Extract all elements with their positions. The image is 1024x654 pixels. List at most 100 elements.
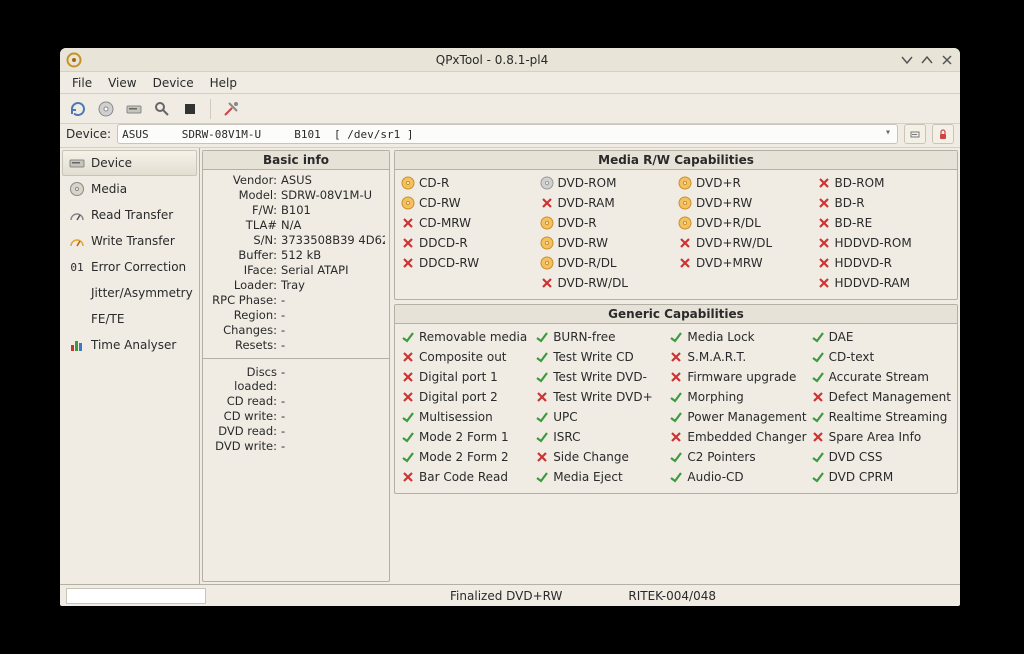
info-label: TLA#: [207, 218, 281, 232]
device-combobox[interactable]: ASUS SDRW-08V1M-U B101 [ /dev/sr1 ]: [117, 124, 898, 144]
cross-icon: [401, 470, 415, 484]
capability-item: Test Write CD: [535, 347, 665, 367]
disc-icon: [678, 196, 692, 210]
close-button[interactable]: [938, 51, 956, 69]
tools-button[interactable]: [219, 97, 243, 121]
status-media-type: Finalized DVD+RW: [420, 589, 592, 603]
info-label: RPC Phase:: [207, 293, 281, 307]
check-icon: [811, 450, 825, 464]
capabilities-column: Media R/W Capabilities CD-RDVD-ROMDVD+RB…: [394, 150, 958, 582]
capability-item: DVD CPRM: [811, 467, 951, 487]
check-icon: [535, 330, 549, 344]
toolbar: [60, 94, 960, 124]
capability-label: DVD-ROM: [558, 176, 617, 190]
cross-icon: [401, 350, 415, 364]
sidebar-item-time-analyser[interactable]: Time Analyser: [62, 332, 197, 358]
minimize-button[interactable]: [898, 51, 916, 69]
capability-item: DVD-R/DL: [540, 253, 675, 273]
check-icon: [535, 410, 549, 424]
disc-icon: [678, 176, 692, 190]
capability-item: DVD+RW: [678, 193, 813, 213]
sidebar-item-media[interactable]: Media: [62, 176, 197, 202]
info-value: Tray: [281, 278, 385, 292]
capability-label: Embedded Changer: [687, 430, 806, 444]
menu-view[interactable]: View: [100, 74, 144, 92]
check-icon: [535, 470, 549, 484]
cross-icon: [817, 196, 831, 210]
search-button[interactable]: [150, 97, 174, 121]
capability-item: Audio-CD: [669, 467, 806, 487]
capability-item: HDDVD-ROM: [817, 233, 952, 253]
media-capabilities-box: Media R/W Capabilities CD-RDVD-ROMDVD+RB…: [394, 150, 958, 300]
refresh-button[interactable]: [66, 97, 90, 121]
cross-icon: [817, 256, 831, 270]
info-value: -: [281, 338, 385, 352]
info-value: -: [281, 424, 385, 438]
capability-label: DVD-R: [558, 216, 597, 230]
lock-button[interactable]: [932, 124, 954, 144]
menu-file[interactable]: File: [64, 74, 100, 92]
menu-device[interactable]: Device: [145, 74, 202, 92]
capability-item: Mode 2 Form 2: [401, 447, 531, 467]
capability-label: DDCD-R: [419, 236, 468, 250]
disc-grey-icon: [540, 176, 554, 190]
disc-icon: [69, 181, 85, 197]
cross-icon: [811, 430, 825, 444]
capability-label: BD-RE: [835, 216, 873, 230]
disc-icon: [540, 236, 554, 250]
capability-label: Spare Area Info: [829, 430, 922, 444]
gauge-icon: [69, 207, 85, 223]
cross-icon: [401, 236, 415, 250]
capability-item: DVD-R: [540, 213, 675, 233]
sidebar-item-device[interactable]: Device: [62, 150, 197, 176]
stop-button[interactable]: [178, 97, 202, 121]
disc-button[interactable]: [94, 97, 118, 121]
capability-item: DVD CSS: [811, 447, 951, 467]
capability-item: CD-RW: [401, 193, 536, 213]
sidebar-item-error-correction[interactable]: 01Error Correction: [62, 254, 197, 280]
blank-icon: [678, 276, 692, 290]
capability-item: HDDVD-R: [817, 253, 952, 273]
capability-item: CD-R: [401, 173, 536, 193]
capability-item: BD-ROM: [817, 173, 952, 193]
info-label: Buffer:: [207, 248, 281, 262]
device-label: Device:: [66, 127, 111, 141]
menubar: File View Device Help: [60, 72, 960, 94]
sidebar-item-fe-te[interactable]: FE/TE: [62, 306, 197, 332]
capability-label: Media Lock: [687, 330, 754, 344]
check-icon: [811, 330, 825, 344]
info-value: -: [281, 394, 385, 408]
eject-button[interactable]: [904, 124, 926, 144]
capability-label: Defect Management: [829, 390, 951, 404]
maximize-button[interactable]: [918, 51, 936, 69]
info-label: S/N:: [207, 233, 281, 247]
sidebar-item-jitter-asymmetry[interactable]: Jitter/Asymmetry: [62, 280, 197, 306]
check-icon: [401, 330, 415, 344]
generic-capabilities-header: Generic Capabilities: [395, 305, 957, 324]
sidebar-item-label: Error Correction: [91, 260, 186, 274]
cross-icon: [817, 236, 831, 250]
sidebar-item-write-transfer[interactable]: Write Transfer: [62, 228, 197, 254]
capability-item: Defect Management: [811, 387, 951, 407]
drive-icon: [69, 155, 85, 171]
drive-button[interactable]: [122, 97, 146, 121]
cross-icon: [540, 196, 554, 210]
capability-label: HDDVD-ROM: [835, 236, 912, 250]
capability-item: C2 Pointers: [669, 447, 806, 467]
disc-icon: [401, 176, 415, 190]
sidebar-item-label: Time Analyser: [91, 338, 176, 352]
cross-icon: [535, 390, 549, 404]
info-label: Discs loaded:: [207, 365, 281, 393]
cross-icon: [817, 216, 831, 230]
cross-icon: [817, 176, 831, 190]
capability-label: HDDVD-R: [835, 256, 892, 270]
capability-label: DVD CPRM: [829, 470, 894, 484]
sidebar-item-read-transfer[interactable]: Read Transfer: [62, 202, 197, 228]
check-icon: [535, 350, 549, 364]
content-area: Basic info Vendor:ASUSModel:SDRW-08V1M-U…: [200, 148, 960, 584]
app-icon: [66, 52, 82, 68]
check-icon: [811, 350, 825, 364]
menu-help[interactable]: Help: [202, 74, 245, 92]
sidebar-item-label: Device: [91, 156, 132, 170]
info-label: Vendor:: [207, 173, 281, 187]
